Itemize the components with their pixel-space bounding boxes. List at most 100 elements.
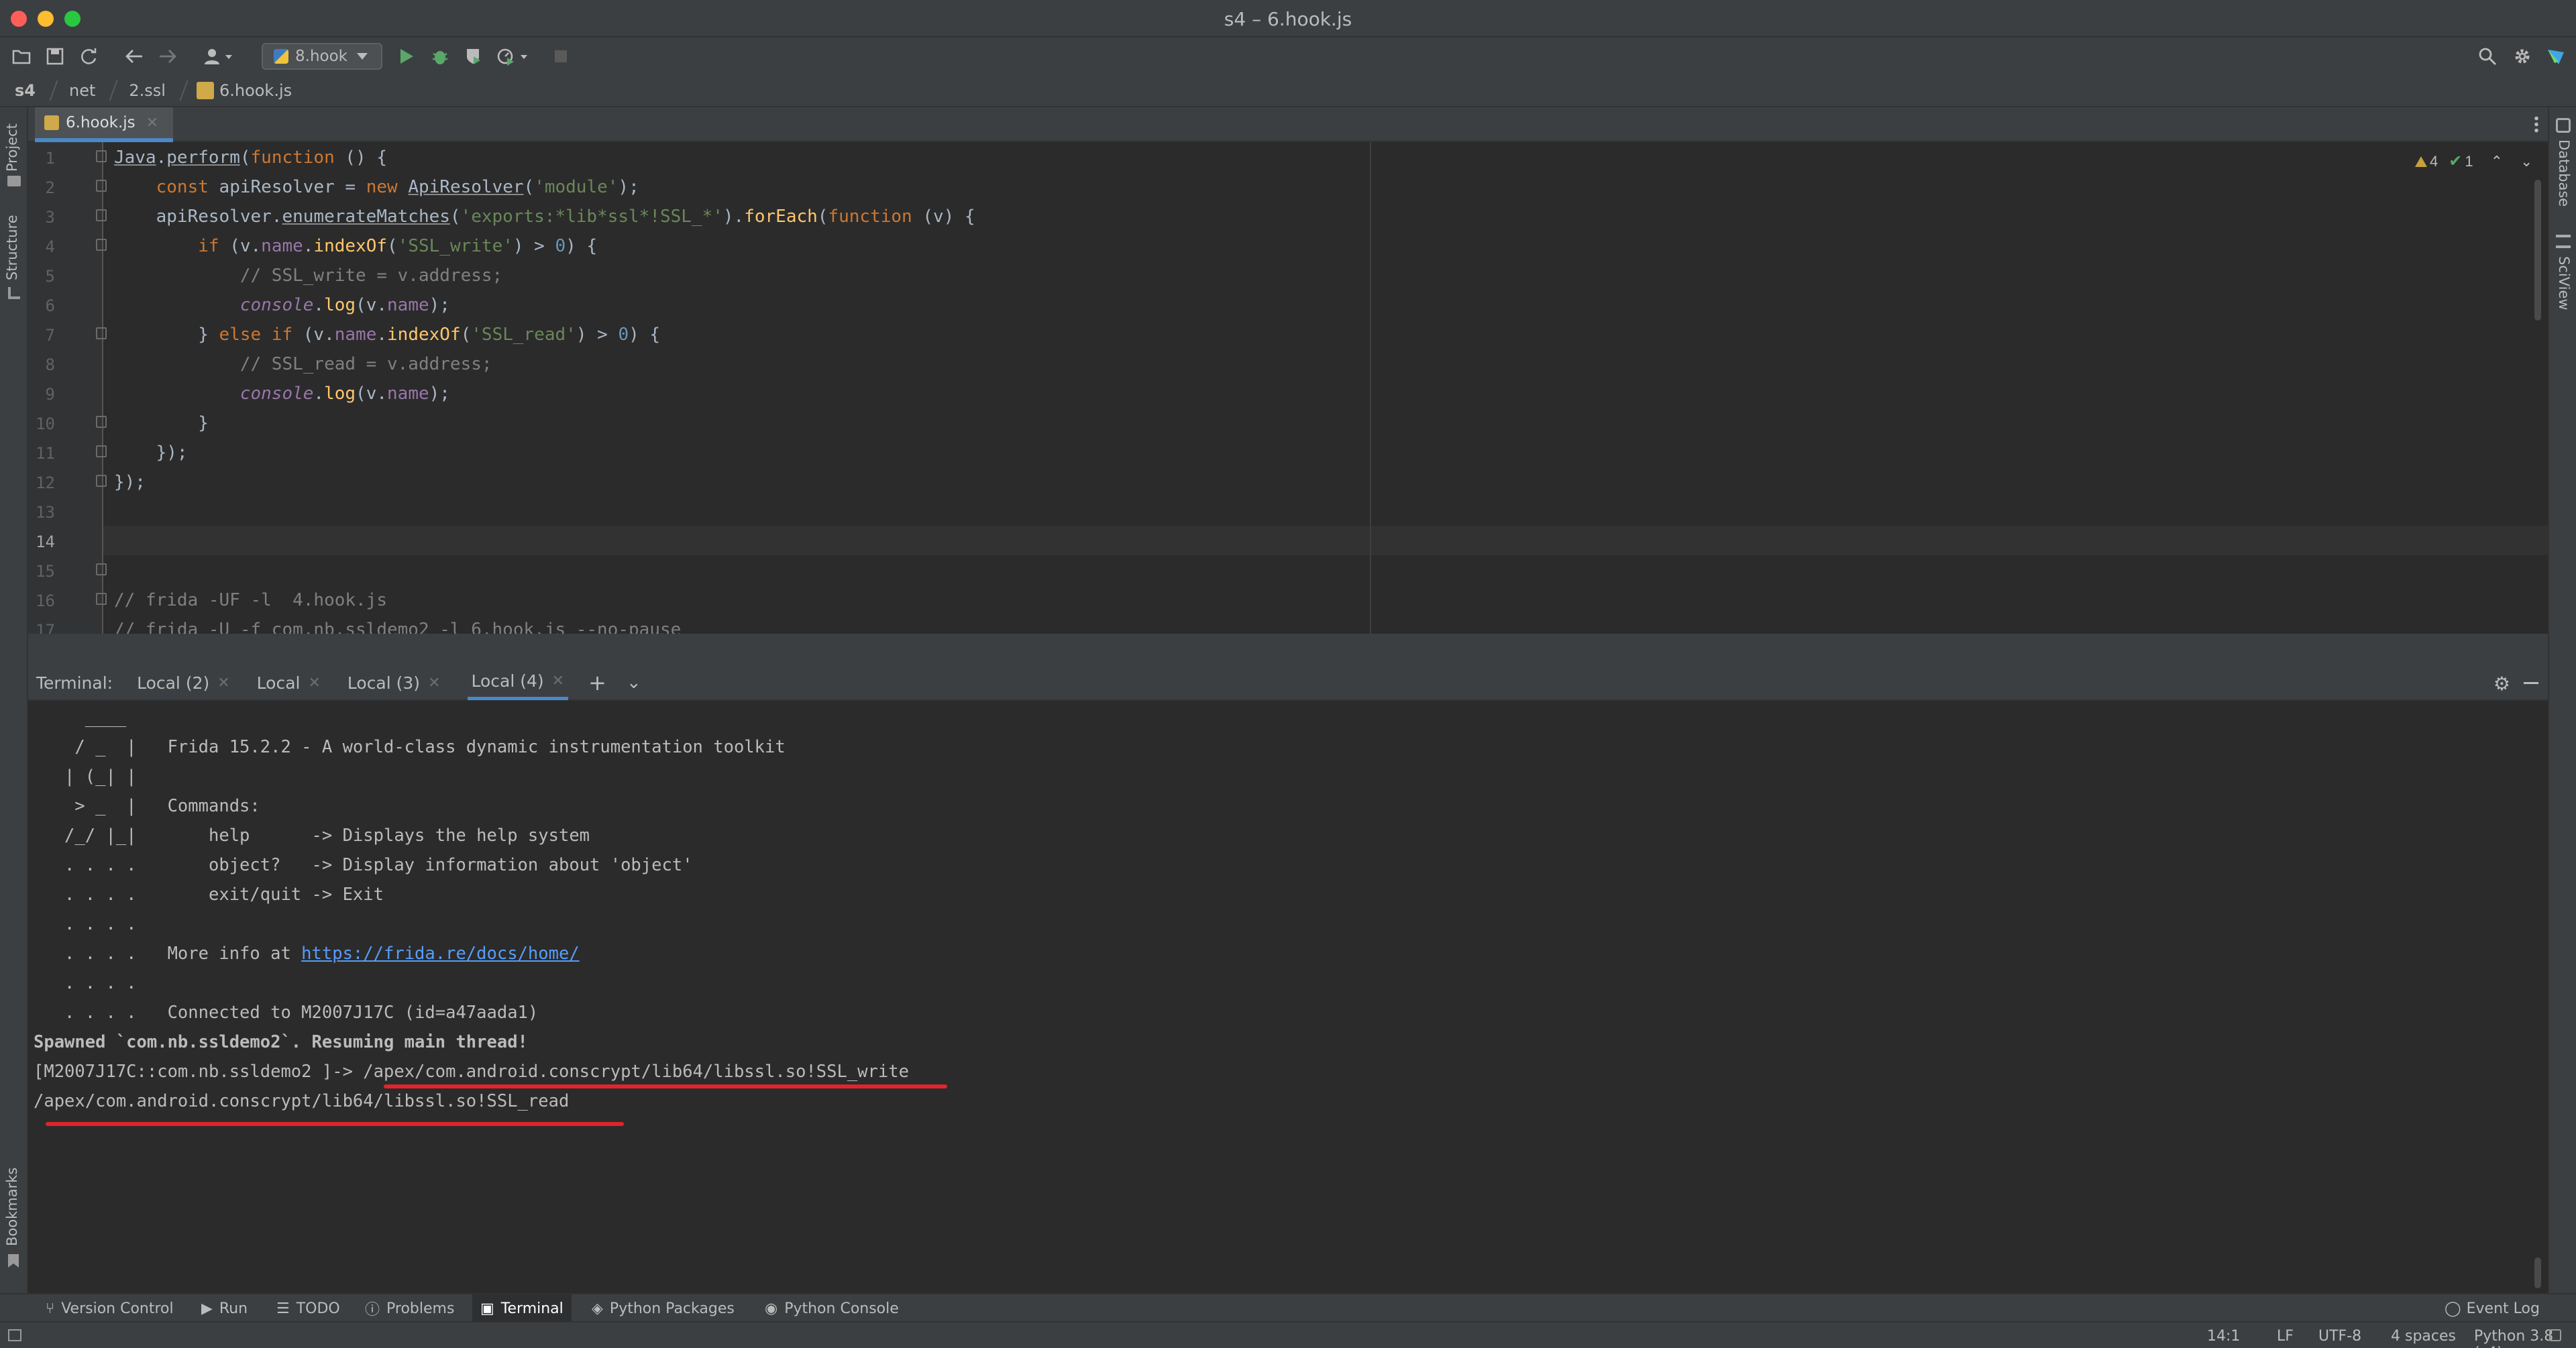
close-tab-icon[interactable]: ✕ <box>308 675 320 691</box>
chevron-up-icon[interactable]: ⌃ <box>2491 153 2503 170</box>
tool-label: Python Console <box>784 1300 899 1317</box>
tool-label: TODO <box>296 1300 340 1317</box>
save-icon[interactable] <box>43 44 67 68</box>
code-editor[interactable]: 1 2 3 4 5 6 7 8 9 10 11 12 13 14 15 16 17 Java.perform(f… <box>28 142 2548 634</box>
database-tool-button[interactable]: Database <box>2556 139 2572 207</box>
terminal-line: . . . . More info at https://frida.re/do… <box>34 944 580 964</box>
user-dropdown-icon[interactable] <box>201 44 239 68</box>
hide-panel-icon[interactable] <box>2524 682 2538 684</box>
code-line: // SSL_read = v.address; <box>239 354 492 374</box>
close-tab-icon[interactable]: ✕ <box>552 673 564 689</box>
tool-label: Terminal <box>500 1300 564 1317</box>
docs-link[interactable]: https://frida.re/docs/home/ <box>301 944 580 964</box>
fold-marker-icon[interactable] <box>96 416 107 428</box>
breadcrumb: s4 net 2.ssl 6.hook.js <box>0 75 2576 107</box>
fold-marker-icon[interactable] <box>96 180 107 192</box>
fold-marker-icon[interactable] <box>96 327 107 339</box>
todo-tool[interactable]: ☰ TODO <box>276 1294 340 1323</box>
profile-dropdown-icon[interactable] <box>495 44 533 68</box>
chevron-down-icon[interactable]: ⌄ <box>627 673 641 693</box>
terminal-tab[interactable]: Local (2) ✕ <box>137 665 230 700</box>
chevron-down-icon[interactable]: ⌄ <box>2520 153 2532 170</box>
python-console-tool[interactable]: ◉ Python Console <box>765 1294 899 1323</box>
tool-label: Version Control <box>61 1300 174 1317</box>
back-arrow-icon[interactable] <box>122 44 146 68</box>
stop-icon[interactable] <box>549 44 573 68</box>
sciview-tool-button[interactable]: SciView <box>2556 256 2572 311</box>
terminal-tab-label: Local <box>256 673 301 693</box>
terminal-output[interactable]: ____ / _ | Frida 15.2.2 - A world-class … <box>28 701 2548 1293</box>
breadcrumb-item[interactable]: 6.hook.js <box>219 81 292 100</box>
fold-marker-icon[interactable] <box>96 593 107 605</box>
line-number: 6 <box>45 296 55 315</box>
caret-row-highlight <box>28 526 2548 555</box>
terminal-header: Terminal: Local (2) ✕ Local ✕ Local (3) ✕ L… <box>28 666 2548 701</box>
line-separator[interactable]: LF <box>2277 1328 2294 1345</box>
forward-arrow-icon[interactable] <box>156 44 180 68</box>
breadcrumb-item[interactable]: 2.ssl <box>129 81 166 100</box>
line-number: 2 <box>45 178 55 197</box>
terminal-scrollbar[interactable] <box>2534 1257 2541 1288</box>
run-tool[interactable]: ▶ Run <box>201 1294 248 1323</box>
line-number: 17 <box>36 621 55 634</box>
jetbrains-toolbox-icon[interactable] <box>2544 44 2568 68</box>
terminal-tab-label: Local (3) <box>347 673 421 693</box>
line-number: 11 <box>36 444 55 463</box>
toggle-tool-windows-icon[interactable] <box>8 1329 21 1341</box>
sync-icon[interactable] <box>76 44 101 68</box>
breadcrumb-item[interactable]: net <box>69 81 95 100</box>
sciview-icon <box>2556 235 2571 248</box>
terminal-tab[interactable]: Local (3) ✕ <box>347 665 441 700</box>
problems-tool[interactable]: ⓘ Problems <box>365 1294 454 1323</box>
project-tool-button[interactable]: Project <box>4 123 20 172</box>
terminal-tool[interactable]: ▣ Terminal <box>472 1294 572 1323</box>
breadcrumb-item[interactable]: s4 <box>15 81 36 100</box>
run-icon[interactable] <box>394 44 419 68</box>
fold-marker-icon[interactable] <box>96 209 107 221</box>
line-number-gutter: 1 2 3 4 5 6 7 8 9 10 11 12 13 14 15 16 17 <box>28 142 107 634</box>
add-tab-icon[interactable]: + <box>588 670 606 695</box>
coverage-icon[interactable] <box>462 44 486 68</box>
fold-marker-icon[interactable] <box>96 150 107 162</box>
debug-icon[interactable] <box>428 44 452 68</box>
js-file-icon <box>196 82 214 99</box>
search-icon[interactable] <box>2475 44 2500 68</box>
info-icon: ⓘ <box>365 1302 380 1318</box>
annotation-underline <box>384 1084 947 1088</box>
line-number: 9 <box>45 385 55 404</box>
fold-marker-icon[interactable] <box>96 475 107 487</box>
structure-tool-button[interactable]: Structure <box>4 215 20 280</box>
close-tab-icon[interactable]: ✕ <box>217 675 229 691</box>
bookmarks-tool-button[interactable]: Bookmarks <box>4 1168 20 1246</box>
lock-icon[interactable] <box>2549 1329 2561 1341</box>
version-control-tool[interactable]: ⑂ Version Control <box>46 1294 174 1323</box>
indent-setting[interactable]: 4 spaces <box>2391 1328 2456 1345</box>
caret-position[interactable]: 14:1 <box>2207 1328 2240 1345</box>
close-tab-icon[interactable]: ✕ <box>146 115 158 131</box>
editor-tab[interactable]: 6.hook.js ✕ <box>35 107 173 142</box>
open-folder-icon[interactable] <box>9 44 34 68</box>
line-number: 7 <box>45 326 55 345</box>
terminal-tab[interactable]: Local ✕ <box>257 665 321 700</box>
settings-gear-icon[interactable]: ⚙ <box>2493 673 2510 695</box>
more-options-icon[interactable] <box>2534 115 2538 134</box>
python-icon <box>274 49 288 64</box>
settings-gear-icon[interactable] <box>2510 44 2534 68</box>
terminal-line: . . . . <box>34 973 137 993</box>
event-log-tool[interactable]: ◯ Event Log <box>2445 1294 2540 1323</box>
code-line: console.log(v.name); <box>239 384 450 404</box>
run-configuration-select[interactable]: 8.hook <box>262 43 382 70</box>
terminal-tab-active[interactable]: Local (4) ✕ <box>467 665 569 700</box>
inspection-widget[interactable]: 4 ✔ 1 ⌃ ⌄ <box>2415 152 2532 171</box>
line-number: 5 <box>45 267 55 286</box>
file-encoding[interactable]: UTF-8 <box>2318 1328 2361 1345</box>
panel-splitter[interactable] <box>28 634 2548 666</box>
editor-scrollbar[interactable] <box>2534 180 2541 321</box>
layers-icon: ◈ <box>592 1300 603 1317</box>
fold-marker-icon[interactable] <box>96 445 107 457</box>
close-tab-icon[interactable]: ✕ <box>428 675 440 691</box>
python-packages-tool[interactable]: ◈ Python Packages <box>592 1294 735 1323</box>
fold-marker-icon[interactable] <box>96 563 107 575</box>
fold-marker-icon[interactable] <box>96 239 107 251</box>
tool-label: Event Log <box>2466 1300 2540 1317</box>
